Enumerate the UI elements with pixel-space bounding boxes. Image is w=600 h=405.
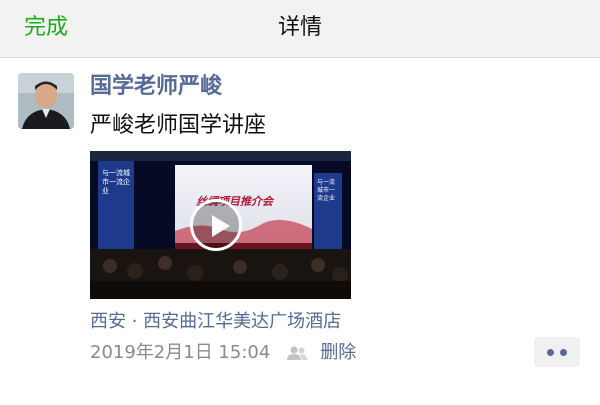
dot	[560, 349, 567, 356]
more-dots-icon[interactable]	[534, 337, 580, 367]
post-meta: 2019年2月1日 15:04 删除	[90, 340, 356, 366]
play-icon[interactable]	[190, 199, 242, 251]
dot	[547, 349, 554, 356]
banner-left-text: 与一流城市一流企业	[102, 169, 130, 195]
author-name[interactable]: 国学老师严峻	[90, 70, 222, 104]
timestamp: 2019年2月1日 15:04	[90, 342, 271, 363]
navigation-bar: 完成 详情	[0, 0, 600, 58]
avatar-image	[18, 73, 74, 129]
people-icon[interactable]	[286, 345, 308, 361]
post-text: 严峻老师国学讲座	[90, 113, 267, 138]
avatar[interactable]	[18, 73, 74, 129]
location-link[interactable]: 西安 · 西安曲江华美达广场酒店	[90, 309, 341, 335]
delete-button[interactable]: 删除	[320, 340, 356, 366]
banner-right-text: 与一流城市一流企业	[317, 179, 336, 202]
video-thumbnail[interactable]: 丝绸项目推介会 与一流城市一流企业 与一流城市一流企业	[90, 151, 351, 299]
page-title: 详情	[277, 15, 322, 40]
